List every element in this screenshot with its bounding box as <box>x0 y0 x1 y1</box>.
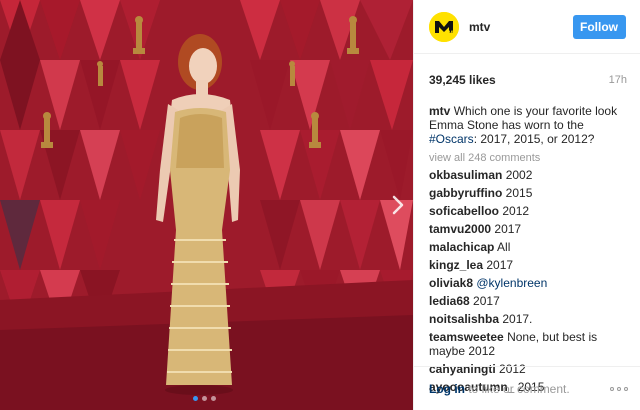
comment-item: okbasuliman 2002 <box>429 168 626 182</box>
carousel-dot <box>193 396 198 401</box>
carousel-indicator <box>193 396 216 401</box>
comments-section: mtv Which one is your favorite look Emma… <box>414 93 640 394</box>
comment-username[interactable]: gabbyruffino <box>429 186 502 200</box>
comment-item: kingz_lea 2017 <box>429 258 626 272</box>
comment-username[interactable]: okbasuliman <box>429 168 502 182</box>
comment-mention[interactable]: @kylenbreen <box>476 276 547 290</box>
comment-text: 2012 <box>502 204 530 218</box>
comment-text: 2017 <box>473 294 500 308</box>
comment-item: ledia68 2017 <box>429 294 626 308</box>
comment-username[interactable]: kingz_lea <box>429 258 483 272</box>
comment-item: noitsalishba 2017. <box>429 312 626 326</box>
comment-username[interactable]: soficabelloo <box>429 204 499 218</box>
comment-item: teamsweetee None, but best is maybe 2012 <box>429 330 626 358</box>
caption-text-end: : 2017, 2015, or 2012? <box>473 132 595 146</box>
comment-username[interactable]: ledia68 <box>429 294 470 308</box>
comment-text: 2002 <box>505 168 533 182</box>
next-photo-button[interactable] <box>388 192 408 218</box>
comment-text: 2017 <box>486 258 514 272</box>
carousel-dot <box>211 396 216 401</box>
caption-username[interactable]: mtv <box>429 104 450 118</box>
comment-item: oliviak8 @kylenbreen <box>429 276 626 290</box>
comment-username[interactable]: noitsalishba <box>429 312 499 326</box>
post-header: M mtv Follow <box>414 0 640 54</box>
oscars-backdrop-image <box>0 0 413 410</box>
comment-text: 2015 <box>505 186 533 200</box>
comment-text: All <box>497 240 511 254</box>
post-timestamp[interactable]: 17h <box>609 74 627 86</box>
post-side-panel: M mtv Follow 39,245 likes 17h mtv Which … <box>413 0 640 410</box>
comment-item: soficabelloo 2012 <box>429 204 626 218</box>
login-prompt: Log in to like or comment. <box>429 382 570 396</box>
post-photo[interactable] <box>0 0 413 410</box>
comment-text: 2017 <box>494 222 522 236</box>
view-all-comments-link[interactable]: view all 248 comments <box>429 151 626 165</box>
caption-hashtag[interactable]: #Oscars <box>429 132 474 146</box>
caption-text: Which one is your favorite look Emma Sto… <box>429 104 618 132</box>
post-meta: 39,245 likes 17h <box>414 54 640 93</box>
post-footer: Log in to like or comment. <box>414 366 640 410</box>
account-name[interactable]: mtv <box>469 20 573 34</box>
carousel-dot <box>202 396 207 401</box>
comment-username[interactable]: malachicap <box>429 240 494 254</box>
comment-text: 2017. <box>502 312 533 326</box>
svg-text:M: M <box>448 31 453 37</box>
comment-username[interactable]: tamvu2000 <box>429 222 491 236</box>
follow-button[interactable]: Follow <box>573 14 626 39</box>
login-prompt-text: to like or comment. <box>465 381 570 396</box>
more-options-icon[interactable] <box>610 386 628 391</box>
login-link[interactable]: Log in <box>429 382 465 396</box>
comment-item: tamvu2000 2017 <box>429 222 626 236</box>
avatar[interactable]: M <box>429 11 459 42</box>
likes-count[interactable]: 39,245 likes <box>429 73 496 87</box>
mtv-logo-icon: M <box>429 11 459 42</box>
comment-item: malachicap All <box>429 240 626 254</box>
post-caption: mtv Which one is your favorite look Emma… <box>429 104 626 146</box>
chevron-right-icon <box>392 195 404 215</box>
comment-username[interactable]: teamsweetee <box>429 330 504 344</box>
comment-item: gabbyruffino 2015 <box>429 186 626 200</box>
comment-username[interactable]: oliviak8 <box>429 276 473 290</box>
